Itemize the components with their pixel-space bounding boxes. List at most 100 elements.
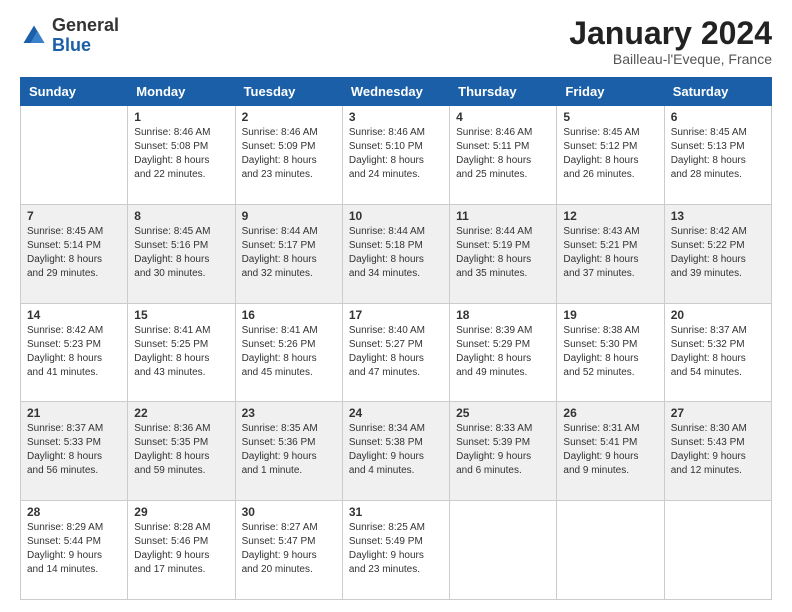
sunset-text: Sunset: 5:27 PM — [349, 339, 423, 350]
sunset-text: Sunset: 5:14 PM — [27, 240, 101, 251]
sunset-text: Sunset: 5:44 PM — [27, 536, 101, 547]
col-wednesday: Wednesday — [342, 78, 449, 106]
sunrise-text: Sunrise: 8:46 AM — [242, 127, 318, 138]
daylight-text: Daylight: 9 hours and 4 minutes. — [349, 451, 424, 476]
day-info: Sunrise: 8:33 AM Sunset: 5:39 PM Dayligh… — [456, 422, 550, 478]
sunset-text: Sunset: 5:47 PM — [242, 536, 316, 547]
sunset-text: Sunset: 5:16 PM — [134, 240, 208, 251]
daylight-text: Daylight: 9 hours and 23 minutes. — [349, 550, 424, 575]
daylight-text: Daylight: 8 hours and 24 minutes. — [349, 155, 424, 180]
sunset-text: Sunset: 5:38 PM — [349, 437, 423, 448]
table-row: 12 Sunrise: 8:43 AM Sunset: 5:21 PM Dayl… — [557, 204, 664, 303]
sunset-text: Sunset: 5:41 PM — [563, 437, 637, 448]
daylight-text: Daylight: 8 hours and 43 minutes. — [134, 353, 209, 378]
daylight-text: Daylight: 8 hours and 37 minutes. — [563, 254, 638, 279]
table-row: 27 Sunrise: 8:30 AM Sunset: 5:43 PM Dayl… — [664, 402, 771, 501]
sunset-text: Sunset: 5:30 PM — [563, 339, 637, 350]
day-info: Sunrise: 8:25 AM Sunset: 5:49 PM Dayligh… — [349, 521, 443, 577]
daylight-text: Daylight: 8 hours and 41 minutes. — [27, 353, 102, 378]
day-info: Sunrise: 8:46 AM Sunset: 5:09 PM Dayligh… — [242, 126, 336, 182]
daylight-text: Daylight: 8 hours and 30 minutes. — [134, 254, 209, 279]
sunrise-text: Sunrise: 8:34 AM — [349, 423, 425, 434]
day-number: 17 — [349, 308, 443, 322]
day-number: 1 — [134, 110, 228, 124]
col-tuesday: Tuesday — [235, 78, 342, 106]
day-number: 14 — [27, 308, 121, 322]
sunrise-text: Sunrise: 8:44 AM — [349, 226, 425, 237]
daylight-text: Daylight: 9 hours and 1 minute. — [242, 451, 317, 476]
sunrise-text: Sunrise: 8:37 AM — [27, 423, 103, 434]
calendar-week-row: 14 Sunrise: 8:42 AM Sunset: 5:23 PM Dayl… — [21, 303, 772, 402]
day-info: Sunrise: 8:35 AM Sunset: 5:36 PM Dayligh… — [242, 422, 336, 478]
sunset-text: Sunset: 5:26 PM — [242, 339, 316, 350]
sunrise-text: Sunrise: 8:40 AM — [349, 325, 425, 336]
calendar-table: Sunday Monday Tuesday Wednesday Thursday… — [20, 77, 772, 600]
sunset-text: Sunset: 5:33 PM — [27, 437, 101, 448]
col-friday: Friday — [557, 78, 664, 106]
day-info: Sunrise: 8:30 AM Sunset: 5:43 PM Dayligh… — [671, 422, 765, 478]
sunrise-text: Sunrise: 8:44 AM — [456, 226, 532, 237]
col-thursday: Thursday — [450, 78, 557, 106]
day-number: 23 — [242, 406, 336, 420]
daylight-text: Daylight: 8 hours and 52 minutes. — [563, 353, 638, 378]
day-info: Sunrise: 8:34 AM Sunset: 5:38 PM Dayligh… — [349, 422, 443, 478]
day-number: 10 — [349, 209, 443, 223]
day-info: Sunrise: 8:44 AM Sunset: 5:18 PM Dayligh… — [349, 225, 443, 281]
daylight-text: Daylight: 8 hours and 45 minutes. — [242, 353, 317, 378]
table-row: 8 Sunrise: 8:45 AM Sunset: 5:16 PM Dayli… — [128, 204, 235, 303]
day-number: 15 — [134, 308, 228, 322]
day-info: Sunrise: 8:31 AM Sunset: 5:41 PM Dayligh… — [563, 422, 657, 478]
sunrise-text: Sunrise: 8:31 AM — [563, 423, 639, 434]
day-info: Sunrise: 8:46 AM Sunset: 5:11 PM Dayligh… — [456, 126, 550, 182]
sunrise-text: Sunrise: 8:46 AM — [456, 127, 532, 138]
day-info: Sunrise: 8:37 AM Sunset: 5:32 PM Dayligh… — [671, 324, 765, 380]
table-row: 31 Sunrise: 8:25 AM Sunset: 5:49 PM Dayl… — [342, 501, 449, 600]
header: General Blue January 2024 Bailleau-l'Eve… — [20, 16, 772, 67]
sunrise-text: Sunrise: 8:36 AM — [134, 423, 210, 434]
sunrise-text: Sunrise: 8:43 AM — [563, 226, 639, 237]
day-number: 25 — [456, 406, 550, 420]
sunset-text: Sunset: 5:13 PM — [671, 141, 745, 152]
daylight-text: Daylight: 8 hours and 34 minutes. — [349, 254, 424, 279]
day-number: 31 — [349, 505, 443, 519]
table-row: 10 Sunrise: 8:44 AM Sunset: 5:18 PM Dayl… — [342, 204, 449, 303]
logo-blue-text: Blue — [52, 35, 91, 55]
sunrise-text: Sunrise: 8:37 AM — [671, 325, 747, 336]
day-info: Sunrise: 8:46 AM Sunset: 5:08 PM Dayligh… — [134, 126, 228, 182]
day-info: Sunrise: 8:28 AM Sunset: 5:46 PM Dayligh… — [134, 521, 228, 577]
table-row: 3 Sunrise: 8:46 AM Sunset: 5:10 PM Dayli… — [342, 106, 449, 205]
day-info: Sunrise: 8:44 AM Sunset: 5:19 PM Dayligh… — [456, 225, 550, 281]
calendar-week-row: 7 Sunrise: 8:45 AM Sunset: 5:14 PM Dayli… — [21, 204, 772, 303]
logo-general-text: General — [52, 15, 119, 35]
daylight-text: Daylight: 8 hours and 49 minutes. — [456, 353, 531, 378]
sunset-text: Sunset: 5:08 PM — [134, 141, 208, 152]
subtitle: Bailleau-l'Eveque, France — [569, 51, 772, 67]
day-info: Sunrise: 8:39 AM Sunset: 5:29 PM Dayligh… — [456, 324, 550, 380]
day-number: 30 — [242, 505, 336, 519]
sunrise-text: Sunrise: 8:45 AM — [671, 127, 747, 138]
table-row: 15 Sunrise: 8:41 AM Sunset: 5:25 PM Dayl… — [128, 303, 235, 402]
sunset-text: Sunset: 5:32 PM — [671, 339, 745, 350]
sunrise-text: Sunrise: 8:46 AM — [349, 127, 425, 138]
main-title: January 2024 — [569, 16, 772, 51]
day-info: Sunrise: 8:42 AM Sunset: 5:23 PM Dayligh… — [27, 324, 121, 380]
sunset-text: Sunset: 5:10 PM — [349, 141, 423, 152]
daylight-text: Daylight: 8 hours and 35 minutes. — [456, 254, 531, 279]
sunrise-text: Sunrise: 8:45 AM — [563, 127, 639, 138]
table-row: 23 Sunrise: 8:35 AM Sunset: 5:36 PM Dayl… — [235, 402, 342, 501]
sunrise-text: Sunrise: 8:41 AM — [242, 325, 318, 336]
daylight-text: Daylight: 8 hours and 26 minutes. — [563, 155, 638, 180]
calendar-week-row: 1 Sunrise: 8:46 AM Sunset: 5:08 PM Dayli… — [21, 106, 772, 205]
table-row: 19 Sunrise: 8:38 AM Sunset: 5:30 PM Dayl… — [557, 303, 664, 402]
table-row: 13 Sunrise: 8:42 AM Sunset: 5:22 PM Dayl… — [664, 204, 771, 303]
sunset-text: Sunset: 5:19 PM — [456, 240, 530, 251]
table-row: 14 Sunrise: 8:42 AM Sunset: 5:23 PM Dayl… — [21, 303, 128, 402]
sunrise-text: Sunrise: 8:27 AM — [242, 522, 318, 533]
daylight-text: Daylight: 8 hours and 28 minutes. — [671, 155, 746, 180]
table-row: 26 Sunrise: 8:31 AM Sunset: 5:41 PM Dayl… — [557, 402, 664, 501]
table-row: 16 Sunrise: 8:41 AM Sunset: 5:26 PM Dayl… — [235, 303, 342, 402]
sunset-text: Sunset: 5:22 PM — [671, 240, 745, 251]
daylight-text: Daylight: 8 hours and 32 minutes. — [242, 254, 317, 279]
table-row — [450, 501, 557, 600]
daylight-text: Daylight: 8 hours and 56 minutes. — [27, 451, 102, 476]
